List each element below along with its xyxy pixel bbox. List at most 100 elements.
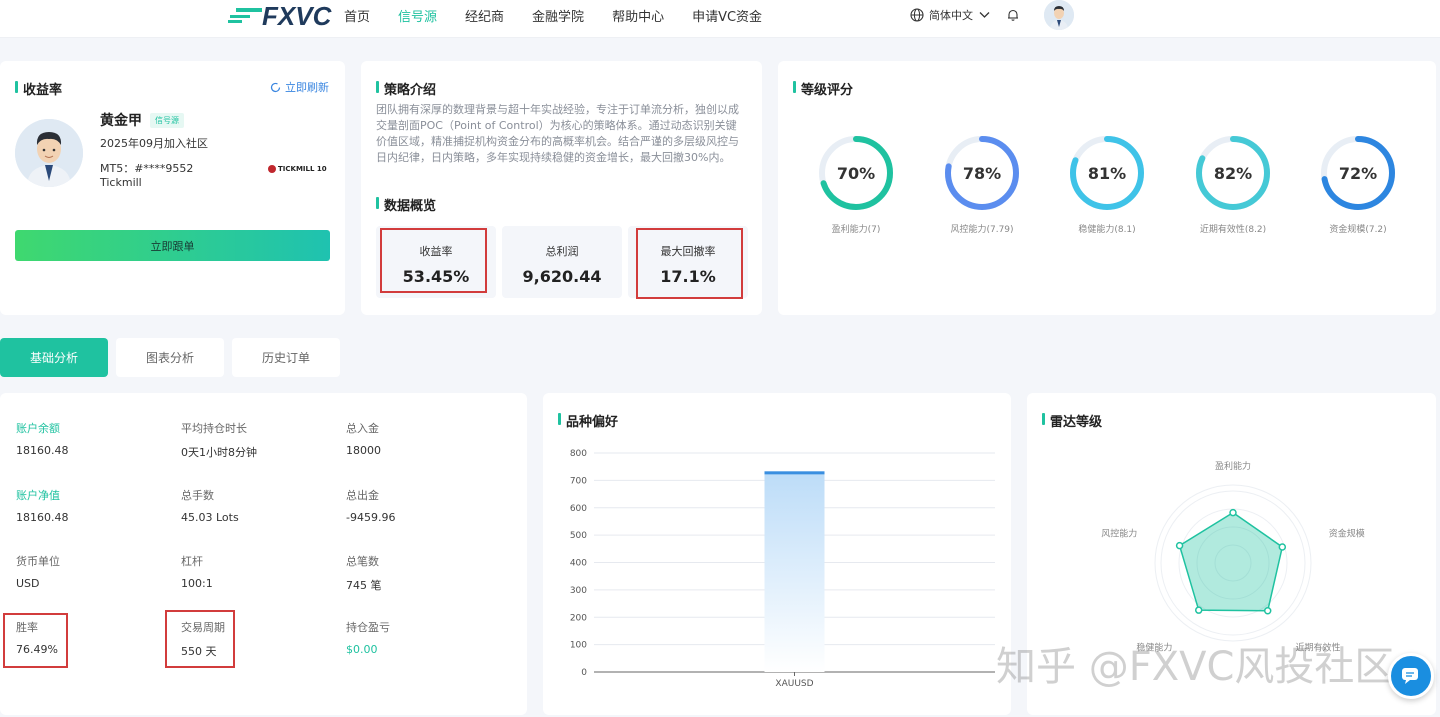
language-selector[interactable]: 简体中文 — [910, 7, 995, 23]
highlight-frame-return — [380, 228, 487, 293]
info-label: 持仓盈亏 — [346, 621, 390, 634]
nav-home[interactable]: 首页 — [344, 6, 370, 25]
tab-basic-analysis[interactable]: 基础分析 — [0, 338, 108, 377]
broker-logo: TICKMILL 10 — [268, 165, 327, 173]
user-avatar[interactable] — [1044, 0, 1074, 30]
info-label: 账户净值 — [16, 489, 60, 502]
chat-icon — [1402, 668, 1418, 684]
refresh-button[interactable]: 立即刷新 — [270, 79, 329, 95]
y-tick-label: 200 — [570, 613, 587, 623]
highlight-frame-cycle — [165, 610, 235, 668]
nav-academy[interactable]: 金融学院 — [532, 6, 584, 25]
overview-title: 数据概览 — [376, 195, 436, 214]
join-date: 2025年09月加入社区 — [100, 137, 208, 150]
ring-value: 72% — [1338, 164, 1378, 183]
info-value: 45.03 Lots — [181, 511, 239, 524]
radar-axis-label: 风控能力 — [1101, 527, 1137, 539]
radar-area — [1178, 511, 1284, 612]
mt5-account: MT5：#****9552 — [100, 162, 194, 175]
info-label: 平均持仓时长 — [181, 422, 247, 435]
profile-card-title: 收益率 — [15, 79, 62, 98]
info-value: 18000 — [346, 444, 381, 457]
radar-point — [1175, 541, 1184, 550]
y-tick-label: 300 — [570, 586, 587, 596]
broker-name: Tickmill — [100, 176, 142, 189]
radar-point — [1278, 543, 1287, 551]
info-label: 账户余额 — [16, 422, 60, 435]
profile-card: 收益率 立即刷新 黄金甲 信号源 2025年09月加入社区 MT5：#****9… — [0, 61, 345, 315]
info-value: 0天1小时8分钟 — [181, 446, 257, 459]
logo[interactable]: FXVC — [262, 1, 331, 32]
variety-title: 品种偏好 — [558, 411, 618, 430]
radar-point — [1263, 607, 1272, 615]
info-label: 总手数 — [181, 489, 214, 502]
info-value: 18160.48 — [16, 511, 69, 524]
ring-value: 70% — [836, 164, 876, 183]
tab-history-orders[interactable]: 历史订单 — [232, 338, 340, 377]
logo-mark-icon — [228, 8, 262, 23]
ring-label: 稳健能力(8.1) — [1078, 225, 1136, 235]
y-tick-label: 600 — [570, 504, 587, 514]
top-bar: FXVC 首页 信号源 经纪商 金融学院 帮助中心 申请VC资金 简体中文 — [0, 0, 1440, 38]
info-value: USD — [16, 577, 40, 590]
chevron-down-icon — [979, 12, 990, 18]
avatar — [15, 119, 83, 187]
info-value: -9459.96 — [346, 511, 396, 524]
chat-button[interactable] — [1388, 653, 1434, 699]
radar-title: 雷达等级 — [1042, 411, 1102, 430]
y-tick-label: 0 — [581, 668, 587, 678]
ring-label: 风控能力(7.79) — [950, 225, 1014, 235]
stat-label: 总利润 — [545, 245, 579, 258]
strategy-title: 策略介绍 — [376, 79, 436, 98]
y-tick-label: 100 — [570, 641, 587, 651]
info-value: 745 笔 — [346, 579, 382, 592]
bar — [764, 471, 825, 672]
nav-brokers[interactable]: 经纪商 — [465, 6, 504, 25]
broker-logo-text: TICKMILL 10 — [278, 165, 327, 173]
highlight-frame-drawdown — [636, 228, 743, 299]
follow-button[interactable]: 立即跟单 — [15, 230, 330, 261]
radar-point — [1229, 508, 1237, 517]
tab-chart-analysis[interactable]: 图表分析 — [116, 338, 224, 377]
variety-bar-chart: 0 100 200 300 400 500 600 700 800 XAUUSD — [570, 449, 995, 689]
radar-axis-label: 资金规模 — [1329, 527, 1365, 539]
ring-value: 81% — [1087, 164, 1127, 183]
highlight-frame-winrate — [3, 613, 68, 668]
nav-signals[interactable]: 信号源 — [398, 6, 437, 25]
nav-apply-fund[interactable]: 申请VC资金 — [692, 6, 762, 25]
globe-icon — [910, 8, 924, 22]
info-label: 总入金 — [346, 422, 379, 435]
nav-help[interactable]: 帮助中心 — [612, 6, 664, 25]
ring-value: 78% — [962, 164, 1002, 183]
y-tick-label: 800 — [570, 449, 587, 459]
refresh-icon — [270, 82, 281, 92]
info-label: 总出金 — [346, 489, 379, 502]
trader-name: 黄金甲 — [100, 113, 142, 129]
language-label: 简体中文 — [929, 9, 973, 22]
broker-logo-dot — [268, 165, 276, 173]
avatar-illustration — [1044, 0, 1074, 30]
basic-info-card — [0, 393, 527, 715]
bell-icon[interactable] — [1006, 8, 1020, 22]
signal-badge: 信号源 — [150, 113, 184, 128]
avatar-illustration — [15, 119, 83, 187]
main-nav: 首页 信号源 经纪商 金融学院 帮助中心 申请VC资金 — [344, 0, 790, 30]
ring-label: 资金规模(7.2) — [1329, 225, 1387, 235]
y-tick-label: 700 — [570, 476, 587, 486]
info-label: 杠杆 — [181, 555, 203, 568]
ring-value: 82% — [1213, 164, 1253, 183]
x-tick-label: XAUUSD — [775, 679, 813, 689]
ring-label: 盈利能力(7) — [831, 225, 881, 235]
refresh-label: 立即刷新 — [285, 81, 329, 94]
strategy-description: 团队拥有深厚的数理背景与超十年实战经验，专注于订单流分析，独创以成交量剖面POC… — [376, 103, 739, 164]
info-label: 货币单位 — [16, 555, 60, 568]
y-tick-label: 400 — [570, 559, 587, 569]
y-tick-label: 500 — [570, 531, 587, 541]
radar-axis-label: 盈利能力 — [1215, 460, 1251, 472]
stat-value: 9,620.44 — [522, 267, 602, 286]
info-value: $0.00 — [346, 643, 378, 656]
ring-label: 近期有效性(8.2) — [1199, 225, 1267, 235]
watermark: 知乎 @FXVC风投社区 — [996, 644, 1395, 690]
info-value: 100:1 — [181, 577, 213, 590]
grade-title: 等级评分 — [793, 79, 853, 98]
